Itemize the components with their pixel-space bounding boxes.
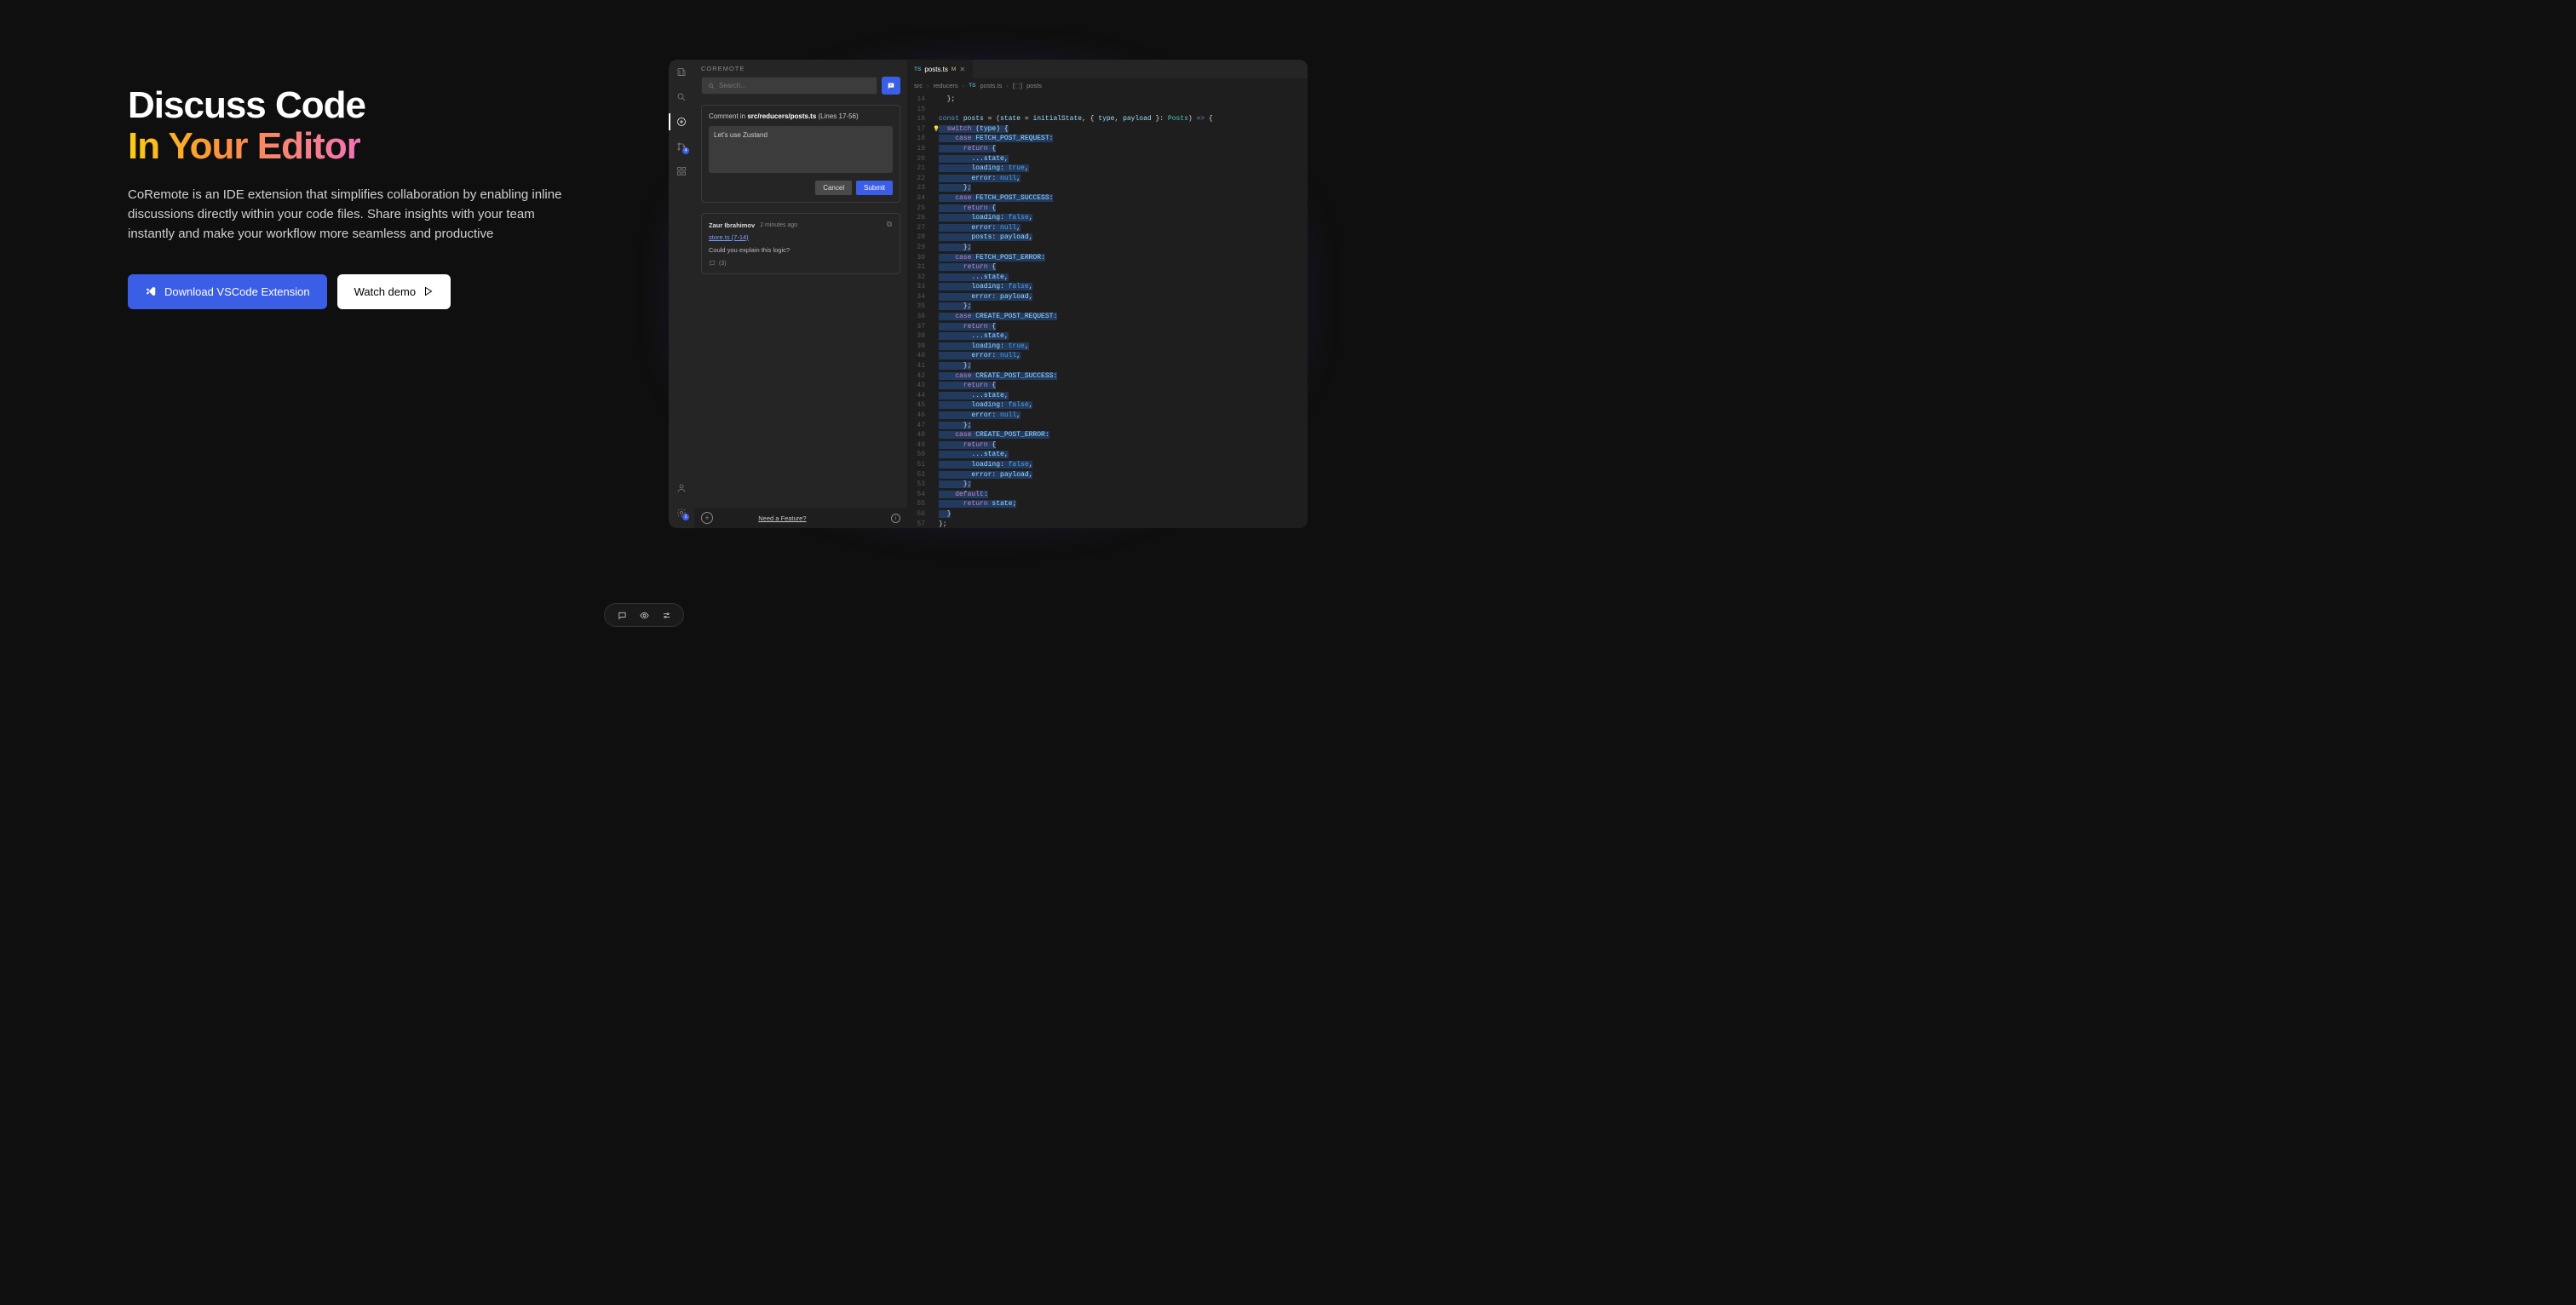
footer-add-button[interactable]: + bbox=[701, 512, 713, 524]
headline-line1: Discuss Code bbox=[128, 84, 365, 126]
watch-demo-button[interactable]: Watch demo bbox=[337, 274, 451, 309]
thread-card[interactable]: Zaur Ibrahimov 2 minutes ago store.ts (7… bbox=[701, 213, 900, 274]
sidebar-footer: + Need a Feature? i bbox=[694, 508, 907, 528]
thread-author: Zaur Ibrahimov bbox=[709, 221, 755, 229]
coremote-panel: COREMOTE Comment in src/reducers/posts.t… bbox=[694, 60, 907, 528]
thread-replies[interactable]: (3) bbox=[709, 260, 893, 267]
floating-toolbar bbox=[604, 603, 684, 627]
feature-link[interactable]: Need a Feature? bbox=[758, 515, 806, 522]
description: CoRemote is an IDE extension that simpli… bbox=[128, 185, 562, 244]
account-icon[interactable] bbox=[675, 481, 688, 495]
panel-title: COREMOTE bbox=[694, 60, 907, 77]
message-icon bbox=[887, 82, 895, 90]
editor-mockup: 4 1 COREMOTE bbox=[669, 60, 1308, 528]
info-icon[interactable]: i bbox=[891, 514, 900, 523]
play-icon bbox=[423, 286, 434, 296]
thread-body: Could you explain this logic? bbox=[709, 246, 893, 254]
watch-label: Watch demo bbox=[354, 285, 417, 298]
comment-header: Comment in src/reducers/posts.ts (Lines … bbox=[709, 112, 893, 120]
new-message-button[interactable] bbox=[882, 77, 900, 95]
hero-section: Discuss Code In Your Editor CoRemote is … bbox=[0, 0, 644, 652]
search-icon bbox=[708, 83, 715, 89]
download-label: Download VSCode Extension bbox=[164, 285, 310, 298]
settings-icon[interactable]: 1 bbox=[675, 506, 688, 520]
thread-time: 2 minutes ago bbox=[760, 222, 797, 228]
search-activity-icon[interactable] bbox=[675, 90, 688, 104]
comment-form: Comment in src/reducers/posts.ts (Lines … bbox=[701, 105, 900, 203]
close-icon[interactable]: ✕ bbox=[959, 66, 965, 73]
download-button[interactable]: Download VSCode Extension bbox=[128, 274, 327, 309]
vscode-icon bbox=[145, 285, 157, 297]
ts-badge-icon: TS bbox=[914, 66, 921, 72]
comment-tool-icon[interactable] bbox=[617, 610, 627, 620]
cta-buttons: Download VSCode Extension Watch demo bbox=[128, 274, 593, 309]
code-editor: TS posts.ts M ✕ src› reducers› TS posts.… bbox=[907, 60, 1308, 528]
sliders-tool-icon[interactable] bbox=[661, 610, 671, 620]
search-box[interactable] bbox=[701, 77, 877, 95]
comment-textarea[interactable] bbox=[709, 126, 893, 173]
badge: 4 bbox=[682, 147, 689, 154]
eye-tool-icon[interactable] bbox=[639, 610, 649, 620]
copy-icon[interactable] bbox=[886, 221, 893, 229]
modified-indicator: M bbox=[952, 66, 956, 72]
headline: Discuss Code In Your Editor bbox=[128, 85, 593, 168]
tabs: TS posts.ts M ✕ bbox=[907, 60, 1308, 78]
thread-link[interactable]: store.ts (7-14) bbox=[709, 233, 893, 241]
source-control-icon[interactable]: 4 bbox=[675, 140, 688, 153]
search-input[interactable] bbox=[719, 82, 871, 89]
coremote-activity-icon[interactable] bbox=[675, 115, 688, 129]
symbol-icon: [⬚] bbox=[1013, 82, 1022, 89]
ts-badge-icon: TS bbox=[969, 83, 975, 89]
tab-posts[interactable]: TS posts.ts M ✕ bbox=[907, 60, 973, 78]
submit-button[interactable]: Submit bbox=[856, 181, 893, 195]
code-block[interactable]: 14 };1516const posts = (state = initialS… bbox=[907, 93, 1308, 528]
extensions-icon[interactable] bbox=[675, 164, 688, 178]
cancel-button[interactable]: Cancel bbox=[815, 181, 852, 195]
settings-badge: 1 bbox=[682, 514, 689, 520]
activity-bar: 4 1 bbox=[669, 60, 694, 528]
breadcrumb[interactable]: src› reducers› TS posts.ts› [⬚] posts bbox=[907, 78, 1308, 93]
headline-line2: In Your Editor bbox=[128, 125, 360, 167]
reply-icon bbox=[709, 260, 716, 267]
explorer-icon[interactable] bbox=[675, 66, 688, 79]
